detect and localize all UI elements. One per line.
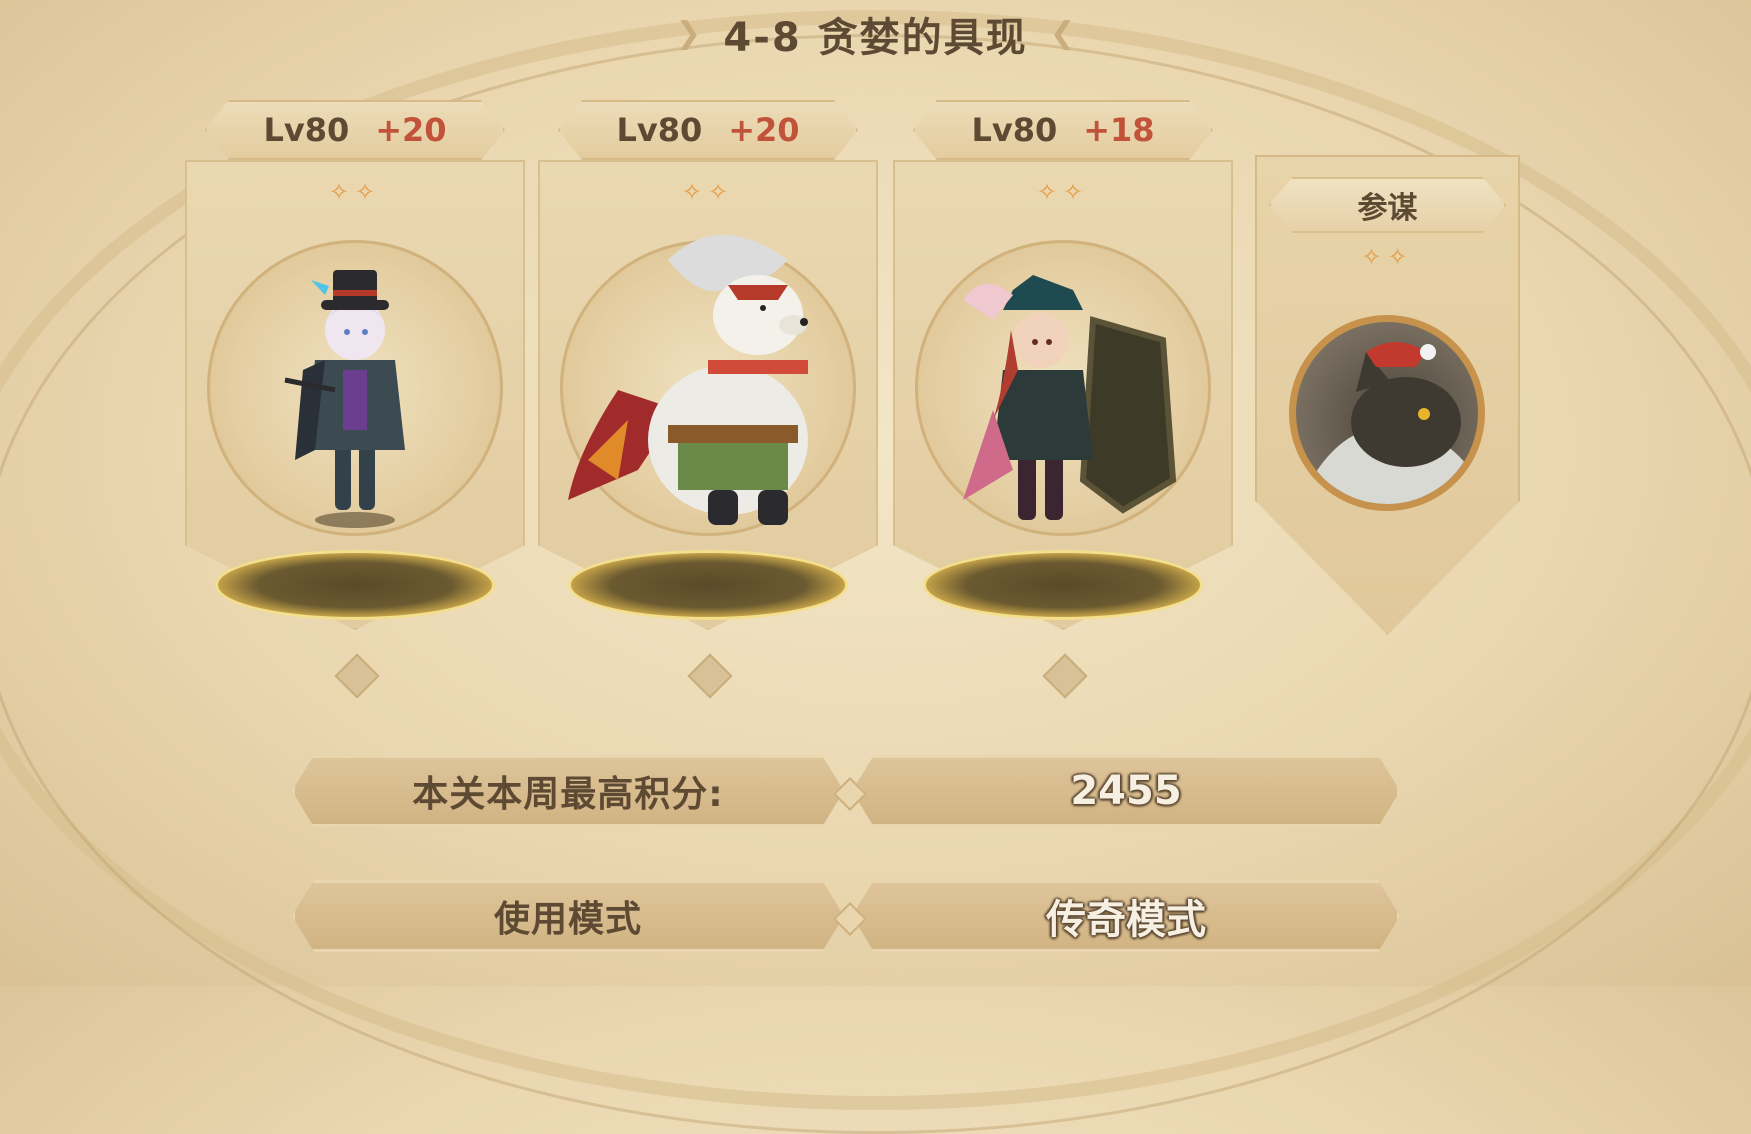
hero-pedestal [215, 550, 495, 620]
stage-header: ❯ 4-8 贪婪的具现 ❮ [0, 4, 1751, 64]
hero-level: Lv80 [263, 111, 350, 149]
hero-bonus: +20 [375, 111, 447, 149]
best-score-value: 2455 [1070, 768, 1182, 814]
use-mode-button[interactable]: 使用模式 [292, 880, 844, 952]
card-foot-gem [1042, 653, 1088, 699]
star-rating-icon: ✧✧ [328, 178, 382, 206]
right-ornament-icon: ❮ [1050, 16, 1076, 51]
star-rating-icon: ✧✧ [681, 178, 735, 206]
card-foot-gem [687, 653, 733, 699]
hero-level-banner: Lv80 +18 [913, 100, 1213, 160]
star-rating-icon: ✧✧ [1361, 243, 1414, 271]
hero-pedestal [568, 550, 848, 620]
use-mode-label: 使用模式 [493, 899, 642, 940]
hero-card-2[interactable]: Lv80 +20 ✧✧ [538, 100, 878, 699]
hero-pedestal [923, 550, 1203, 620]
best-score-label: 本关本周最高积分: [412, 774, 724, 815]
hero-level-banner: Lv80 +20 [205, 100, 505, 160]
card-foot-gem [334, 653, 380, 699]
advisor-label: 参谋 [1357, 191, 1418, 226]
hero-bonus: +18 [1083, 111, 1155, 149]
advisor-card[interactable]: 参谋 ✧✧ [1255, 155, 1520, 635]
hero-bonus: +20 [728, 111, 800, 149]
hero-portrait-bear [568, 235, 808, 525]
hero-card-1[interactable]: Lv80 +20 ✧✧ [185, 100, 525, 699]
hero-level: Lv80 [971, 111, 1058, 149]
hero-portrait-pirate [963, 275, 1177, 520]
advisor-cat-icon [1296, 342, 1478, 504]
hero-card-3[interactable]: Lv80 +18 ✧✧ [893, 100, 1233, 699]
advisor-portrait [1289, 315, 1485, 511]
hero-portrait-mage [284, 270, 405, 528]
legend-mode-button[interactable]: 传奇模式 [852, 880, 1400, 952]
hero-level-banner: Lv80 +20 [558, 100, 858, 160]
left-ornament-icon: ❯ [675, 16, 701, 51]
stage-title: 4-8 贪婪的具现 [723, 15, 1028, 61]
best-score-label-bar: 本关本周最高积分: [292, 755, 844, 827]
star-rating-icon: ✧✧ [1036, 178, 1090, 206]
legend-mode-label: 传奇模式 [1046, 897, 1206, 943]
best-score-value-bar: 2455 [852, 755, 1400, 827]
advisor-label-banner: 参谋 [1269, 177, 1506, 233]
hero-level: Lv80 [616, 111, 703, 149]
